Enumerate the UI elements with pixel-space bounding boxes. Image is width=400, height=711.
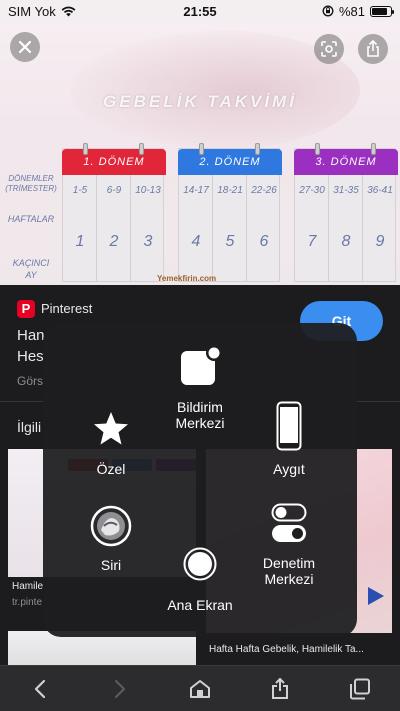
pregnancy-calendar-image: GEBELİK TAKVİMİ DÖNEMLER (TRİMESTER) HAF… bbox=[0, 22, 400, 285]
calendar-ring bbox=[371, 143, 376, 155]
back-button[interactable] bbox=[20, 669, 60, 709]
notification-center-label-2: Merkezi bbox=[175, 415, 225, 431]
notification-center-button[interactable]: Bildirim Merkezi bbox=[160, 345, 240, 431]
pin-title-line2: Hes bbox=[17, 348, 44, 365]
image-watermark-title: GEBELİK TAKVİMİ bbox=[103, 92, 297, 111]
control-center-icon bbox=[271, 503, 307, 542]
month-number: 3 bbox=[143, 233, 153, 250]
close-icon bbox=[18, 40, 32, 54]
related-pin-caption: Hamile bbox=[12, 581, 44, 592]
tabs-icon bbox=[350, 678, 370, 699]
assistive-touch-menu: Bildirim Merkezi Özel Aygıt Siri Denetim… bbox=[43, 323, 357, 637]
notification-center-label-1: Bildirim bbox=[177, 399, 223, 415]
calendar-ring bbox=[83, 143, 88, 155]
related-pin-source: tr.pinte bbox=[12, 597, 43, 608]
week-range: 36-41 bbox=[367, 185, 393, 196]
pinterest-logo: P bbox=[17, 300, 35, 318]
custom-button[interactable]: Özel bbox=[73, 409, 149, 477]
visual-lookup-icon bbox=[321, 41, 337, 57]
visual-lookup-button[interactable] bbox=[314, 34, 344, 64]
siri-icon bbox=[90, 505, 132, 547]
trimester-panel-2: 2. DÖNEM 14-17 18-21 22-26 4 5 6 bbox=[178, 143, 282, 282]
star-icon bbox=[94, 412, 128, 445]
month-number: 5 bbox=[225, 233, 235, 250]
week-range: 1-5 bbox=[72, 185, 88, 196]
carrier-label: SIM Yok bbox=[8, 3, 56, 19]
bottom-toolbar bbox=[0, 665, 400, 711]
week-range: 10-13 bbox=[135, 185, 161, 196]
trimester-title-3: 3. DÖNEM bbox=[294, 149, 398, 175]
chevron-right-icon bbox=[114, 679, 126, 698]
home-button[interactable]: Ana Ekran bbox=[156, 547, 244, 613]
trimester-panel-3: 3. DÖNEM 27-30 31-35 36-41 7 8 9 bbox=[294, 143, 398, 282]
trimester-title-1: 1. DÖNEM bbox=[62, 149, 166, 175]
custom-label: Özel bbox=[96, 461, 126, 477]
share-icon bbox=[272, 677, 288, 699]
calendar-ring bbox=[315, 143, 320, 155]
trimester-panel-1: 1. DÖNEM 1-5 6-9 10-13 1 2 3 bbox=[62, 143, 166, 282]
week-range: 18-21 bbox=[217, 185, 243, 196]
month-number: 8 bbox=[341, 233, 351, 250]
share-icon bbox=[367, 40, 379, 57]
device-button[interactable]: Aygıt bbox=[249, 401, 329, 477]
control-center-label-2: Merkezi bbox=[264, 571, 314, 587]
wifi-icon bbox=[61, 6, 76, 16]
forward-button[interactable] bbox=[100, 669, 140, 709]
battery-percent: %81 bbox=[338, 3, 365, 19]
month-number: 4 bbox=[191, 233, 201, 250]
week-range: 27-30 bbox=[299, 185, 325, 196]
week-range: 6-9 bbox=[106, 185, 122, 196]
source-name: Pinterest bbox=[41, 301, 93, 316]
calendar-ring bbox=[199, 143, 204, 155]
month-number: 9 bbox=[375, 233, 385, 250]
related-section-title: İlgili bbox=[17, 419, 42, 435]
month-number: 7 bbox=[307, 233, 317, 250]
trimester-title-2: 2. DÖNEM bbox=[178, 149, 282, 175]
notification-center-icon bbox=[181, 345, 222, 385]
status-bar: SIM Yok 21:55 %81 bbox=[0, 0, 400, 22]
clock: 21:55 bbox=[183, 3, 217, 19]
control-center-label-1: Denetim bbox=[262, 555, 316, 571]
battery-icon bbox=[370, 5, 394, 17]
pin-subtitle: Görs bbox=[17, 374, 44, 388]
row-label-months-1: KAÇINCI bbox=[12, 258, 50, 268]
calendar-ring bbox=[139, 143, 144, 155]
device-icon bbox=[276, 401, 302, 451]
pin-title-line1: Han bbox=[17, 327, 45, 344]
device-label: Aygıt bbox=[273, 461, 305, 477]
calendar-ring bbox=[255, 143, 260, 155]
week-range: 22-26 bbox=[251, 185, 277, 196]
week-range: 14-17 bbox=[183, 185, 209, 196]
image-brand-watermark: Yemekfirin.com bbox=[157, 274, 217, 283]
share-button[interactable] bbox=[358, 34, 388, 64]
siri-button[interactable]: Siri bbox=[73, 505, 149, 573]
orientation-lock-icon bbox=[322, 5, 334, 17]
home-button-icon bbox=[183, 547, 217, 581]
close-button[interactable] bbox=[10, 32, 40, 62]
month-number: 2 bbox=[109, 233, 119, 250]
chevron-left-icon bbox=[34, 679, 46, 698]
home-label: Ana Ekran bbox=[167, 597, 233, 613]
control-center-button[interactable]: Denetim Merkezi bbox=[249, 503, 329, 587]
row-label-periods: DÖNEMLER (TRİMESTER) bbox=[5, 174, 57, 193]
play-icon bbox=[368, 587, 384, 605]
related-pin-caption-2: Hafta Hafta Gebelik, Hamilelik Ta... bbox=[209, 644, 364, 655]
month-number: 1 bbox=[75, 233, 85, 250]
siri-label: Siri bbox=[100, 557, 122, 573]
share-toolbar-button[interactable] bbox=[260, 669, 300, 709]
home-tab-button[interactable] bbox=[180, 669, 220, 709]
month-number: 6 bbox=[259, 233, 269, 250]
row-label-months-2: AY bbox=[25, 270, 37, 280]
week-range: 31-35 bbox=[333, 185, 359, 196]
home-icon bbox=[190, 679, 210, 698]
row-label-weeks: HAFTALAR bbox=[7, 214, 55, 224]
tabs-button[interactable] bbox=[340, 669, 380, 709]
